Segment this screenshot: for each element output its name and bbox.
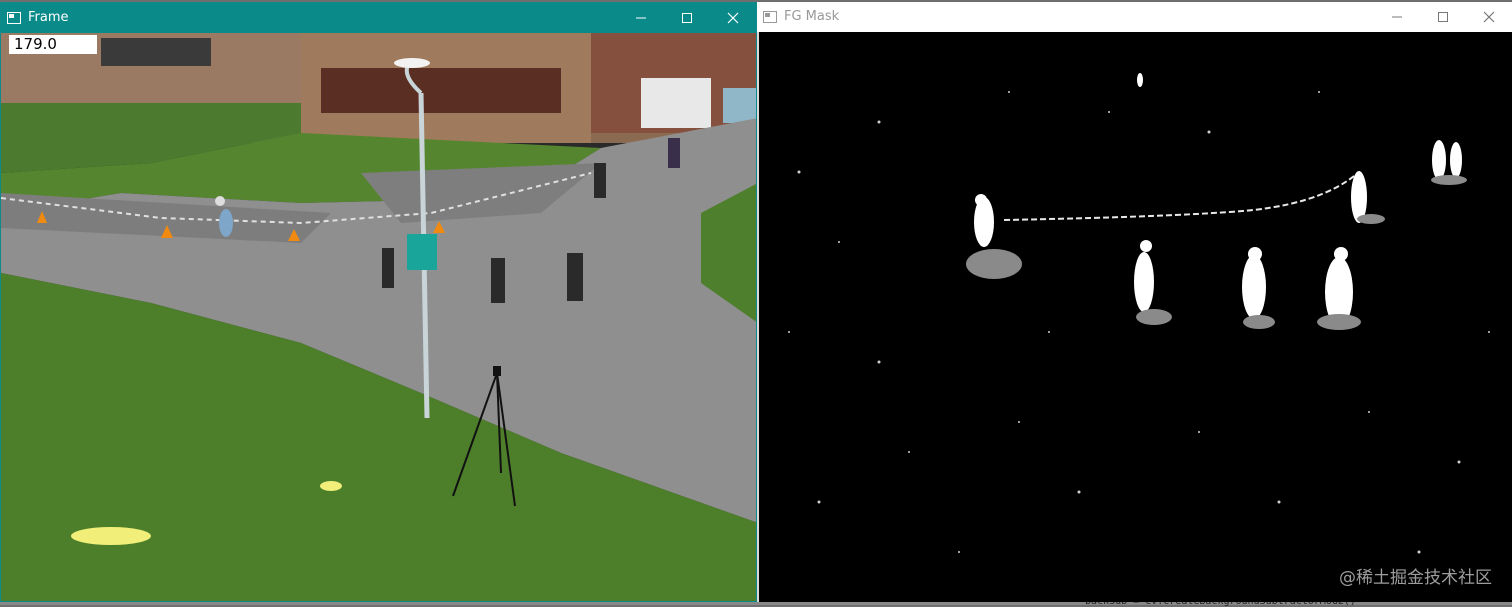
image-window-icon	[7, 12, 21, 24]
mask-close-button[interactable]	[1466, 2, 1512, 32]
mask-minimize-button[interactable]	[1374, 2, 1420, 32]
close-icon	[727, 12, 739, 24]
image-window-icon	[763, 11, 777, 23]
maximize-icon	[1438, 12, 1448, 22]
frame-maximize-button[interactable]	[664, 3, 710, 33]
mask-window-title: FG Mask	[784, 9, 840, 24]
frame-titlebar[interactable]: Frame	[1, 3, 756, 33]
frame-video-view: 179.0	[1, 33, 756, 601]
mask-titlebar[interactable]: FG Mask	[757, 2, 1512, 32]
minimize-icon	[1392, 16, 1402, 18]
frame-number-label: 179.0	[9, 35, 97, 54]
maximize-icon	[682, 13, 692, 23]
fg-mask-window: FG Mask @稀土掘金技术社区	[757, 2, 1512, 602]
fg-mask-view: @稀土掘金技术社区	[757, 32, 1512, 602]
frame-window-controls	[618, 3, 756, 33]
foreground-mask-image	[759, 32, 1512, 602]
watermark-text: @稀土掘金技术社区	[1339, 568, 1492, 588]
frame-minimize-button[interactable]	[618, 3, 664, 33]
close-icon	[1483, 11, 1495, 23]
camera-frame-image	[1, 33, 756, 601]
mask-window-controls	[1374, 2, 1512, 32]
frame-window: Frame 179.0	[0, 2, 757, 602]
frame-window-title: Frame	[28, 10, 69, 25]
minimize-icon	[636, 17, 646, 19]
mask-maximize-button[interactable]	[1420, 2, 1466, 32]
frame-close-button[interactable]	[710, 3, 756, 33]
